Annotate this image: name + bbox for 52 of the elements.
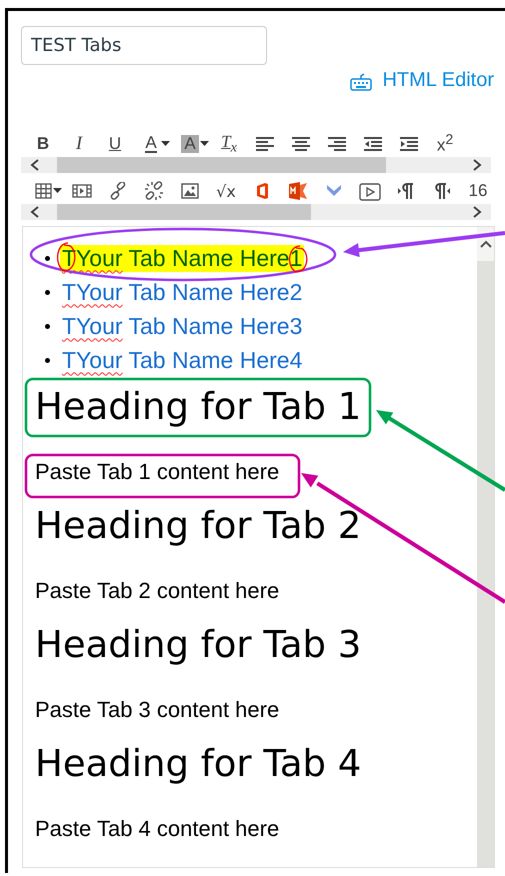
film-icon[interactable] [72,183,92,199]
html-editor-link[interactable]: HTML Editor [350,66,494,94]
indent-icon[interactable] [400,136,418,152]
align-left-icon[interactable] [256,136,274,152]
office-icon[interactable] [256,183,268,199]
pilcrow-icon[interactable] [398,182,414,200]
pilcrow-icon[interactable] [434,182,450,200]
heading: Heading for Tab 3 [35,625,362,665]
link-icon[interactable] [109,182,127,200]
heading: Heading for Tab 1 [35,387,362,427]
toolbar-button[interactable]: I [61,132,97,156]
toolbar-button[interactable]: x$^{2}$ [427,132,463,156]
align-right-icon[interactable] [328,136,346,152]
tab-link[interactable]: TYour Tab Name Here4 [60,346,304,374]
scroll-left-icon[interactable] [30,206,40,218]
paragraph: Paste Tab 3 content here [35,697,280,723]
vertical-scrollbar[interactable] [477,227,494,867]
toolbar-button[interactable]: 16 [460,179,496,203]
toolbar-button[interactable]: A [172,132,208,156]
office-mix-icon[interactable] [288,182,308,200]
caret-icon[interactable] [161,141,170,147]
heading: Heading for Tab 2 [35,506,362,546]
horizontal-scrollbar[interactable] [21,204,491,220]
tab-link[interactable]: TYour Tab Name Here3 [60,312,304,340]
scroll-right-icon[interactable] [472,206,482,218]
outdent-icon[interactable] [364,136,382,152]
toolbar-button[interactable]: √x [208,179,244,203]
align-center-icon[interactable] [292,136,310,152]
scroll-left-icon[interactable] [30,159,40,171]
chevron-icon[interactable] [327,185,341,197]
keyboard-icon [350,73,372,91]
unlink-icon[interactable] [144,181,164,201]
title-field[interactable]: TEST Tabs [21,26,267,65]
table-icon[interactable] [34,183,52,199]
scrollbar-thumb[interactable] [57,204,311,220]
scroll-right-icon[interactable] [472,159,482,171]
editor-area[interactable] [22,226,495,868]
paragraph: Paste Tab 2 content here [35,578,280,604]
play-icon[interactable] [359,181,381,201]
paragraph: Paste Tab 1 content here [35,459,280,485]
horizontal-scrollbar[interactable] [21,157,491,173]
scrollbar-thumb[interactable] [57,157,386,173]
scroll-up-icon[interactable] [480,240,492,248]
caret-icon[interactable] [53,188,62,194]
toolbar-button[interactable]: B [25,132,61,156]
tab-link[interactable]: TYour Tab Name Here2 [60,278,304,306]
image-icon[interactable] [181,183,199,199]
toolbar-button[interactable]: T$_{x}$ [211,132,247,156]
heading: Heading for Tab 4 [35,744,362,784]
caret-icon[interactable] [200,141,209,147]
toolbar-button[interactable]: U [97,132,133,156]
paragraph: Paste Tab 4 content here [35,816,280,842]
